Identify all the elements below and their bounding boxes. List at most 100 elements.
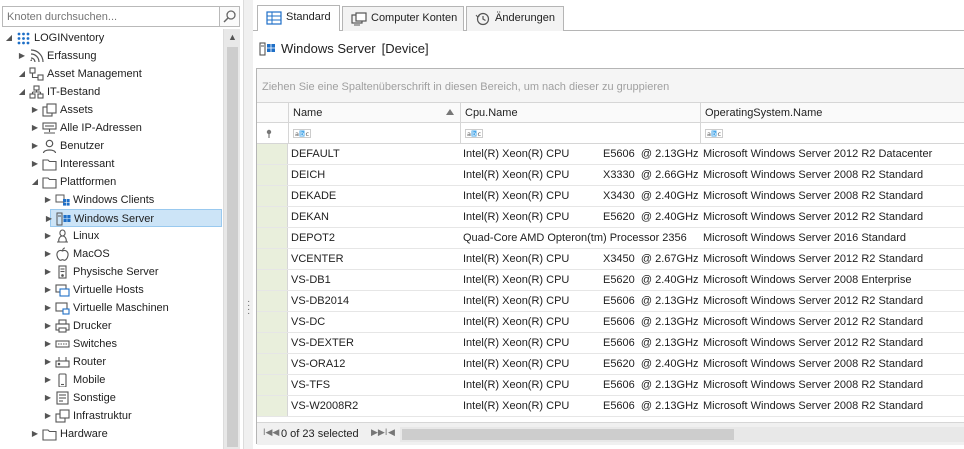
tree-node-label: Linux	[73, 230, 100, 242]
scroll-up-icon[interactable]: ▲	[224, 29, 241, 45]
collapsed-arrow-icon[interactable]: ▶	[43, 245, 53, 263]
expanded-arrow-icon[interactable]: ◢	[4, 29, 14, 47]
expanded-arrow-icon[interactable]: ◢	[30, 173, 40, 191]
scrollbar-thumb[interactable]	[402, 429, 734, 440]
collapsed-arrow-icon[interactable]: ▶	[30, 425, 40, 443]
collapsed-arrow-icon[interactable]: ▶	[43, 281, 53, 299]
column-header-cpu[interactable]: Cpu.Name	[460, 103, 700, 123]
row-indicator[interactable]	[257, 396, 288, 416]
tree-node-mobile[interactable]: ▶ Mobile	[0, 371, 223, 389]
row-indicator[interactable]	[257, 312, 288, 332]
row-indicator[interactable]	[257, 207, 288, 227]
tree-node-sonstige[interactable]: ▶ Sonstige	[0, 389, 223, 407]
collapsed-arrow-icon[interactable]: ▶	[30, 137, 40, 155]
filter-cell-cpu[interactable]: abc	[460, 123, 700, 144]
table-row[interactable]: DEICH Intel(R) Xeon(R) CPU X3330 @ 2.66GH…	[257, 165, 964, 186]
first-page-icon[interactable]: I◀◀	[263, 427, 279, 438]
table-row[interactable]: VS-DB1 Intel(R) Xeon(R) CPU E5620 @ 2.40G…	[257, 270, 964, 291]
row-indicator[interactable]	[257, 270, 288, 290]
tree-node-macos[interactable]: ▶ MacOS	[0, 245, 223, 263]
tree-node-linux[interactable]: ▶ Linux	[0, 227, 223, 245]
tree-node-loginventory[interactable]: ◢ LOGINventory	[0, 29, 223, 47]
tree-node-erfassung[interactable]: ▶ Erfassung	[0, 47, 223, 65]
table-row[interactable]: DEFAULT Intel(R) Xeon(R) CPU E5606 @ 2.13…	[257, 144, 964, 165]
collapsed-arrow-icon[interactable]: ▶	[30, 155, 40, 173]
cell-os: Microsoft Windows Server 2008 R2 Standar…	[703, 190, 924, 202]
collapsed-arrow-icon[interactable]: ▶	[43, 335, 53, 353]
cell-name: DEKADE	[291, 190, 337, 202]
grid-horizontal-scrollbar[interactable]	[400, 427, 964, 442]
tree-node-it-bestand[interactable]: ◢ IT-Bestand	[0, 83, 223, 101]
collapsed-arrow-icon[interactable]: ▶	[30, 101, 40, 119]
tree-node-assets[interactable]: ▶ Assets	[0, 101, 223, 119]
search-button[interactable]	[220, 6, 240, 27]
tree-node-interessant[interactable]: ▶ Interessant	[0, 155, 223, 173]
tree-node-benutzer[interactable]: ▶ Benutzer	[0, 137, 223, 155]
table-row[interactable]: VS-DEXTER Intel(R) Xeon(R) CPU E5606 @ 2.…	[257, 333, 964, 354]
expanded-arrow-icon[interactable]: ◢	[17, 83, 27, 101]
tree-node-windows-clients[interactable]: ▶ Windows Clients	[0, 191, 223, 209]
row-indicator[interactable]	[257, 333, 288, 353]
row-indicator[interactable]	[257, 228, 288, 248]
pane-splitter[interactable]: · · · ·	[243, 0, 253, 449]
row-indicator[interactable]	[257, 186, 288, 206]
row-indicator[interactable]	[257, 165, 288, 185]
table-row[interactable]: VS-DB2014 Intel(R) Xeon(R) CPU E5606 @ 2.…	[257, 291, 964, 312]
row-indicator[interactable]	[257, 375, 288, 395]
table-row[interactable]: VS-TFS Intel(R) Xeon(R) CPU E5606 @ 2.13G…	[257, 375, 964, 396]
row-indicator[interactable]	[257, 144, 288, 164]
group-by-panel[interactable]: Ziehen Sie eine Spaltenüberschrift in di…	[257, 69, 964, 103]
tree-search-input[interactable]	[2, 6, 220, 27]
tree-node-switches[interactable]: ▶ Switches	[0, 335, 223, 353]
filter-cell-name[interactable]: abc	[288, 123, 460, 144]
table-row[interactable]: VS-W2008R2 Intel(R) Xeon(R) CPU E5606 @ 2…	[257, 396, 964, 417]
tree-node-hardware[interactable]: ▶ Hardware	[0, 425, 223, 443]
row-indicator[interactable]	[257, 249, 288, 269]
tree-node-windows-server[interactable]: ▶ Windows Server	[46, 209, 222, 227]
tree-node-label: Mobile	[73, 374, 106, 386]
tree-node-asset-management[interactable]: ◢ Asset Management	[0, 65, 223, 83]
scrollbar-thumb[interactable]	[227, 47, 238, 447]
collapsed-arrow-icon[interactable]: ▶	[43, 263, 53, 281]
cell-name: VS-DEXTER	[291, 337, 354, 349]
last-page-icon[interactable]: ▶▶I	[371, 427, 387, 438]
collapsed-arrow-icon[interactable]: ▶	[43, 299, 53, 317]
table-row[interactable]: DEPOT2 Quad-Core AMD Opteron(tm) Processo…	[257, 228, 964, 249]
grid-footer: I◀◀ 0 of 23 selected ▶▶I ◀	[257, 422, 964, 445]
filter-cell-os[interactable]: abc	[700, 123, 964, 144]
scroll-left-icon[interactable]: ◀	[388, 427, 395, 438]
collapsed-arrow-icon[interactable]: ▶	[17, 47, 27, 65]
tree-node-physische-server[interactable]: ▶ Physische Server	[0, 263, 223, 281]
tree-node-alle-ip-adressen[interactable]: ▶ Alle IP-Adressen	[0, 119, 223, 137]
row-indicator[interactable]	[257, 291, 288, 311]
table-row[interactable]: DEKADE Intel(R) Xeon(R) CPU X3430 @ 2.40G…	[257, 186, 964, 207]
collapsed-arrow-icon[interactable]: ▶	[43, 191, 53, 209]
tree-node-router[interactable]: ▶ Router	[0, 353, 223, 371]
table-row[interactable]: VS-ORA12 Intel(R) Xeon(R) CPU E5620 @ 2.4…	[257, 354, 964, 375]
tab-aenderungen[interactable]: Änderungen	[466, 6, 564, 31]
tree-node-virtuelle-hosts[interactable]: ▶ Virtuelle Hosts	[0, 281, 223, 299]
collapsed-arrow-icon[interactable]: ▶	[43, 227, 53, 245]
tab-standard[interactable]: Standard	[257, 5, 340, 31]
collapsed-arrow-icon[interactable]: ▶	[43, 389, 53, 407]
tree-node-drucker[interactable]: ▶ Drucker	[0, 317, 223, 335]
expanded-arrow-icon[interactable]: ◢	[17, 65, 27, 83]
collapsed-arrow-icon[interactable]: ▶	[43, 317, 53, 335]
tree-node-virtuelle-maschinen[interactable]: ▶ Virtuelle Maschinen	[0, 299, 223, 317]
column-header-os[interactable]: OperatingSystem.Name	[700, 103, 964, 123]
collapsed-arrow-icon[interactable]: ▶	[43, 371, 53, 389]
table-row[interactable]: VS-DC Intel(R) Xeon(R) CPU E5606 @ 2.13GH…	[257, 312, 964, 333]
tree-vertical-scrollbar[interactable]: ▲	[223, 29, 240, 449]
column-header-name[interactable]: Name	[288, 103, 460, 123]
virtual-machine-icon	[55, 302, 70, 315]
collapsed-arrow-icon[interactable]: ▶	[44, 210, 54, 228]
collapsed-arrow-icon[interactable]: ▶	[43, 407, 53, 425]
table-row[interactable]: DEKAN Intel(R) Xeon(R) CPU E5620 @ 2.40GH…	[257, 207, 964, 228]
table-row[interactable]: VCENTER Intel(R) Xeon(R) CPU X3450 @ 2.67…	[257, 249, 964, 270]
row-indicator[interactable]	[257, 354, 288, 374]
collapsed-arrow-icon[interactable]: ▶	[30, 119, 40, 137]
tree-node-infrastruktur[interactable]: ▶ Infrastruktur	[0, 407, 223, 425]
tree-node-plattformen[interactable]: ◢ Plattformen	[0, 173, 223, 191]
tab-computer-konten[interactable]: Computer Konten	[342, 6, 464, 31]
collapsed-arrow-icon[interactable]: ▶	[43, 353, 53, 371]
